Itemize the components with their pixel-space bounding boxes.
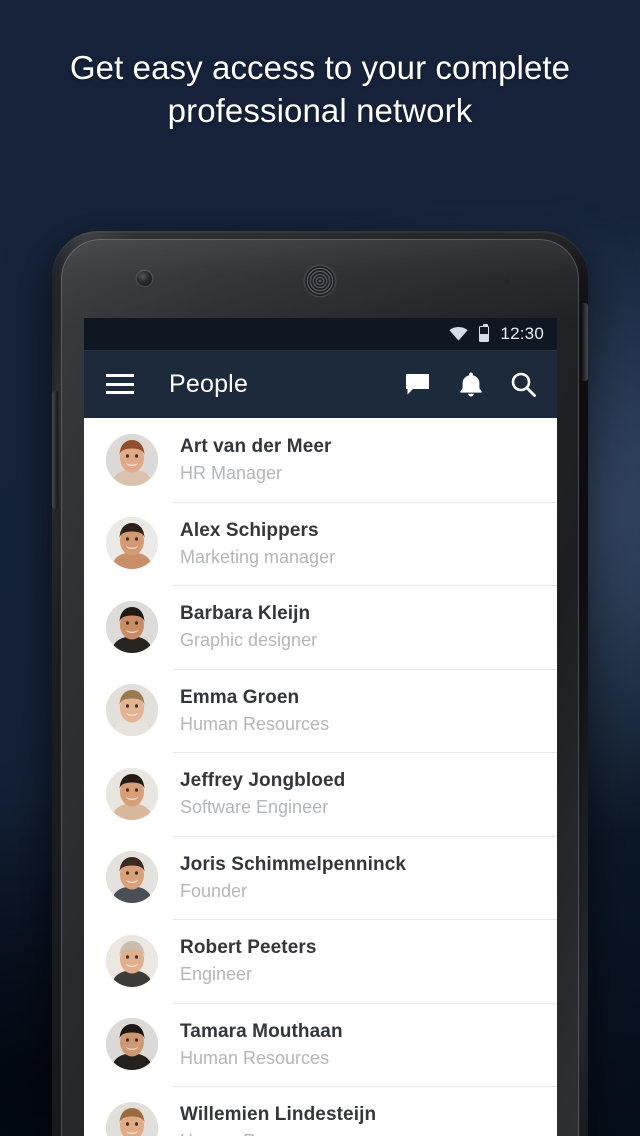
person-text: Joris Schimmelpenninck Founder [180, 853, 406, 902]
person-role: Graphic designer [180, 630, 318, 651]
wifi-icon [449, 327, 469, 341]
person-name: Emma Groen [180, 686, 300, 708]
chat-bubble-icon[interactable] [404, 371, 431, 398]
person-role: Founder [180, 880, 248, 901]
list-item[interactable]: Tamara Mouthaan Human Resources [84, 1002, 557, 1087]
person-name: Alex Schippers [180, 519, 319, 541]
list-item[interactable]: Barbara Kleijn Graphic designer [84, 585, 557, 669]
front-camera-icon [137, 271, 152, 286]
app-bar: People [84, 350, 557, 418]
search-icon[interactable] [510, 371, 537, 398]
person-name: Willemien Lindesteijn [180, 1104, 377, 1126]
avatar [106, 1018, 158, 1071]
status-bar-clock: 12:30 [500, 324, 544, 343]
bell-icon[interactable] [457, 371, 484, 398]
person-text: Emma Groen Human Resources [180, 686, 329, 735]
person-text: Alex Schippers Marketing manager [180, 519, 335, 568]
earpiece-speaker-icon [305, 266, 335, 296]
avatar [106, 767, 158, 820]
avatar [106, 934, 158, 987]
battery-icon [479, 323, 490, 342]
person-text: Tamara Mouthaan Human Resources [180, 1020, 343, 1069]
avatar [106, 684, 158, 737]
page-title: People [169, 369, 249, 398]
person-role: Human Resources [180, 1130, 376, 1136]
avatar [106, 600, 158, 653]
person-text: Barbara Kleijn Graphic designer [180, 602, 317, 651]
volume-button[interactable] [52, 391, 58, 509]
person-text: Willemien Lindesteijn Human Resources [180, 1103, 376, 1136]
list-item[interactable]: Emma Groen Human Resources [84, 668, 557, 753]
person-text: Robert Peeters Engineer [180, 936, 317, 985]
person-role: Marketing manager [180, 546, 336, 567]
proximity-sensor-icon [504, 278, 510, 284]
avatar [106, 433, 158, 486]
person-role: Software Engineer [180, 797, 329, 818]
page-headline: Get easy access to your complete profess… [69, 49, 571, 129]
person-name: Joris Schimmelpenninck [180, 853, 407, 875]
status-bar: 12:30 [84, 318, 557, 350]
app-bar-actions [404, 371, 537, 398]
avatar [106, 1101, 158, 1136]
person-name: Art van der Meer [180, 436, 332, 458]
list-item[interactable]: Jeffrey Jongbloed Software Engineer [84, 752, 557, 836]
people-list[interactable]: Art van der Meer HR Manager Alex Schippers… [84, 418, 557, 1136]
avatar [106, 517, 158, 570]
list-item[interactable]: Art van der Meer HR Manager [84, 418, 557, 502]
avatar [106, 851, 158, 904]
person-name: Jeffrey Jongbloed [180, 770, 346, 792]
person-name: Barbara Kleijn [180, 603, 311, 625]
power-button[interactable] [582, 303, 588, 381]
person-text: Jeffrey Jongbloed Software Engineer [180, 769, 345, 818]
phone-mockup: 12:30 People Art van der Meer HR Manager… [52, 231, 588, 1136]
person-role: HR Manager [180, 463, 283, 484]
hamburger-menu-icon[interactable] [106, 374, 134, 394]
person-role: Human Resources [180, 713, 330, 734]
list-item[interactable]: Willemien Lindesteijn Human Resources [84, 1086, 557, 1136]
person-text: Art van der Meer HR Manager [180, 435, 332, 484]
person-name: Tamara Mouthaan [180, 1020, 343, 1042]
person-role: Engineer [180, 964, 253, 985]
list-item[interactable]: Alex Schippers Marketing manager [84, 501, 557, 586]
list-item[interactable]: Joris Schimmelpenninck Founder [84, 835, 557, 920]
list-item[interactable]: Robert Peeters Engineer [84, 919, 557, 1003]
person-role: Human Resources [180, 1047, 330, 1068]
person-name: Robert Peeters [180, 937, 317, 959]
phone-screen: 12:30 People Art van der Meer HR Manager… [84, 318, 557, 1136]
